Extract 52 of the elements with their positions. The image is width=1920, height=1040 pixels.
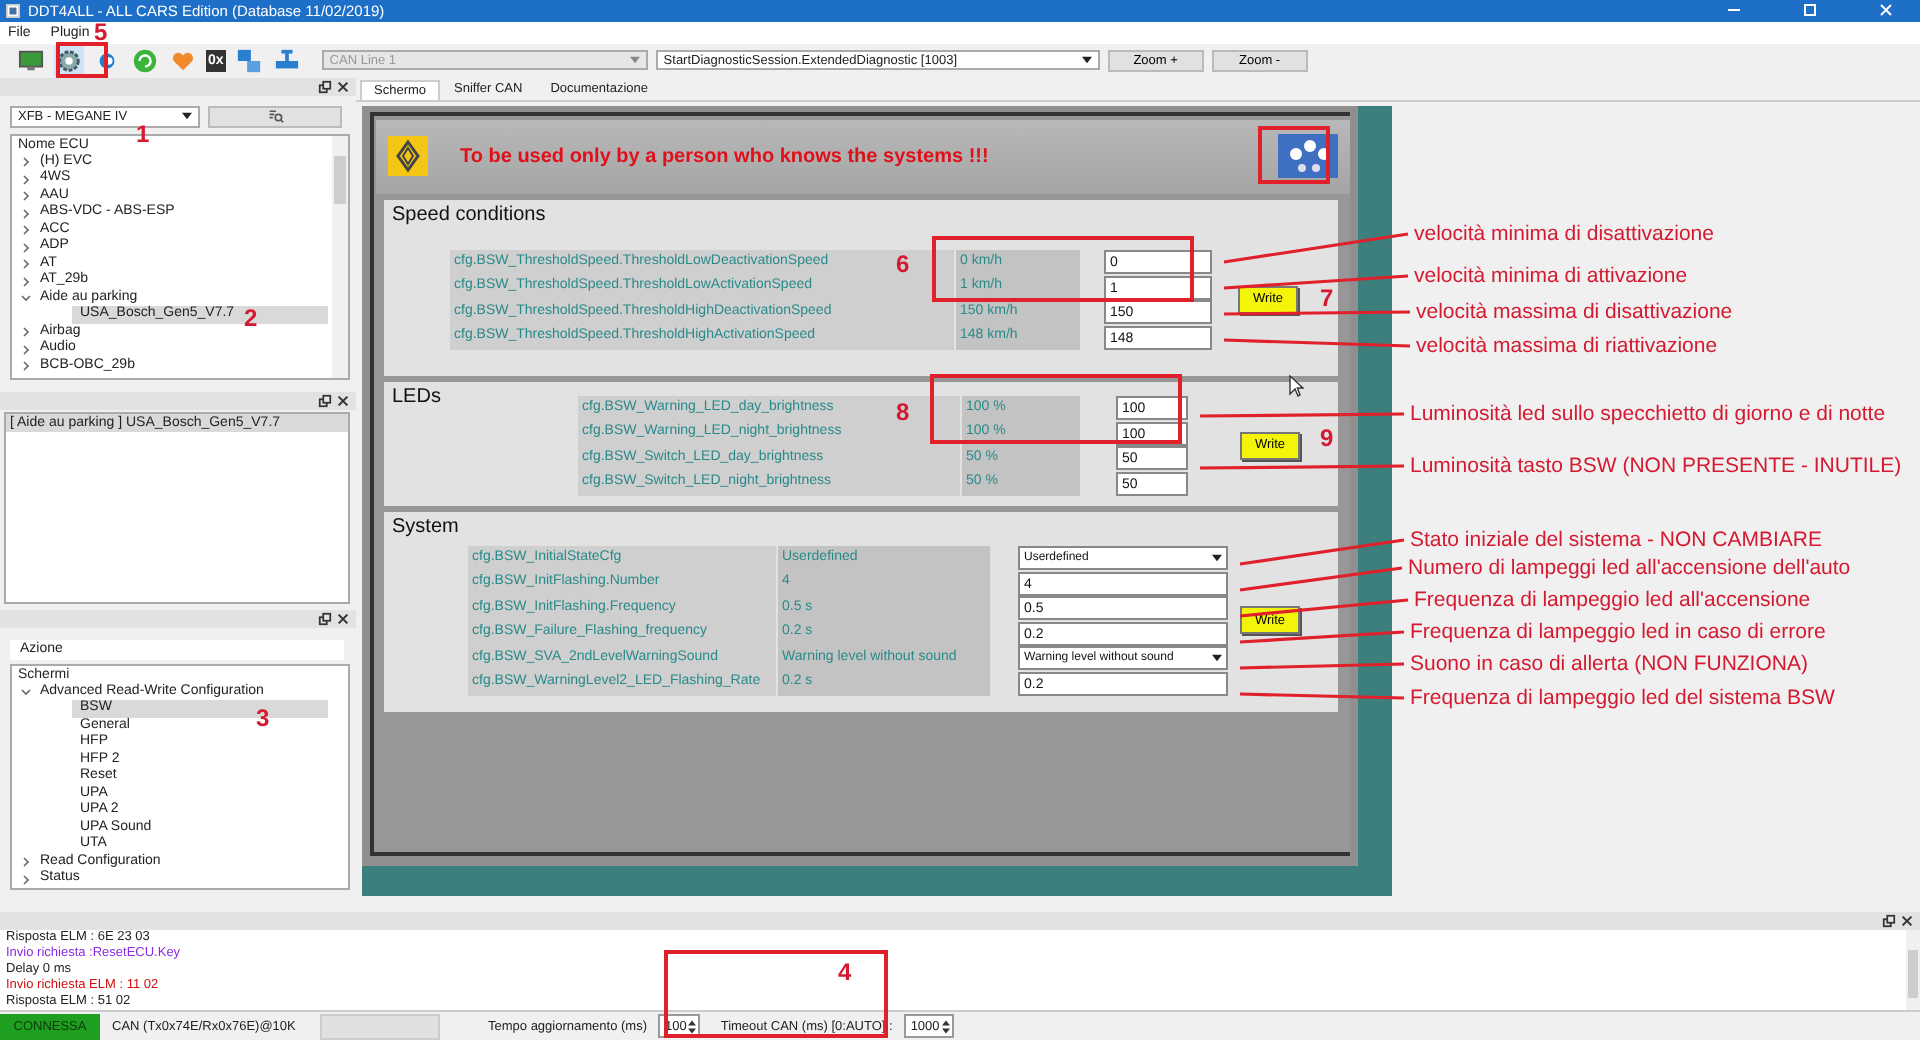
caret-icon [1212,554,1222,563]
section-title: LEDs [392,385,441,408]
app-icon [6,3,20,18]
pointer-icon [1288,373,1304,398]
section-title: Speed conditions [392,203,546,226]
close-icon[interactable] [1876,0,1896,21]
step-number: 4 [838,958,852,986]
circles-icon[interactable] [1278,134,1338,179]
float-icon[interactable] [318,79,332,94]
annotation-text: Frequenza di lampeggio led in caso di errore [1410,618,1826,646]
maximize-icon[interactable] [1800,0,1820,21]
annotation-text: Luminosità led sullo specchietto di giorno e di notte [1410,400,1886,428]
warning-text: To be used only by a person who knows the systems !!! [460,145,989,168]
annotation-text: velocità minima di disattivazione [1414,220,1714,248]
float-icon[interactable] [318,611,332,626]
spin-arrows-icon [941,1019,950,1034]
annotation-text: Suono in caso di allerta (NON FUNZIONA) [1410,650,1808,678]
step-number: 9 [1320,424,1334,452]
step-number: 5 [94,18,108,46]
close-icon[interactable] [336,79,350,94]
scrollbar[interactable] [332,135,348,378]
annotation-text: Frequenza di lampeggio led all'accensione [1414,586,1811,614]
spin-arrows-icon [688,1019,697,1034]
float-icon[interactable] [318,393,332,408]
annotation-text: Numero di lampeggi led all'accensione dell'auto [1408,554,1851,582]
annotation-text: velocità massima di riattivazione [1416,332,1718,360]
annotation-text: Luminosità tasto BSW (NON PRESENTE - INUTILE) [1410,452,1902,480]
caret-icon [1081,56,1092,65]
caret-icon [629,56,640,65]
close-icon[interactable] [1900,914,1914,929]
step-number: 8 [896,398,910,426]
caret-icon [182,112,192,121]
float-icon[interactable] [1882,914,1896,929]
step-number: 7 [1320,284,1334,312]
search-list-icon [267,108,283,125]
annotation-text: velocità minima di attivazione [1414,262,1688,290]
refresh-icon[interactable] [130,45,160,76]
chevron-icon[interactable] [20,686,32,699]
section-title: System [392,515,459,538]
caret-icon [1212,654,1222,663]
close-icon[interactable] [336,393,350,408]
annotation-text: Stato iniziale del sistema - NON CAMBIARE [1410,526,1822,554]
network-icon[interactable] [233,45,264,76]
highlight-frame [56,42,108,78]
annotation-text: Frequenza di lampeggio led del sistema BSW [1410,684,1835,712]
scrollbar[interactable] [1906,930,1920,1011]
highlight-frame [1258,126,1330,184]
close-icon[interactable] [336,611,350,626]
monitor-icon[interactable] [16,45,46,76]
annotation-text: velocità massima di disattivazione [1416,298,1733,326]
step-number: 6 [896,250,910,278]
diamond-logo-icon [388,134,428,179]
